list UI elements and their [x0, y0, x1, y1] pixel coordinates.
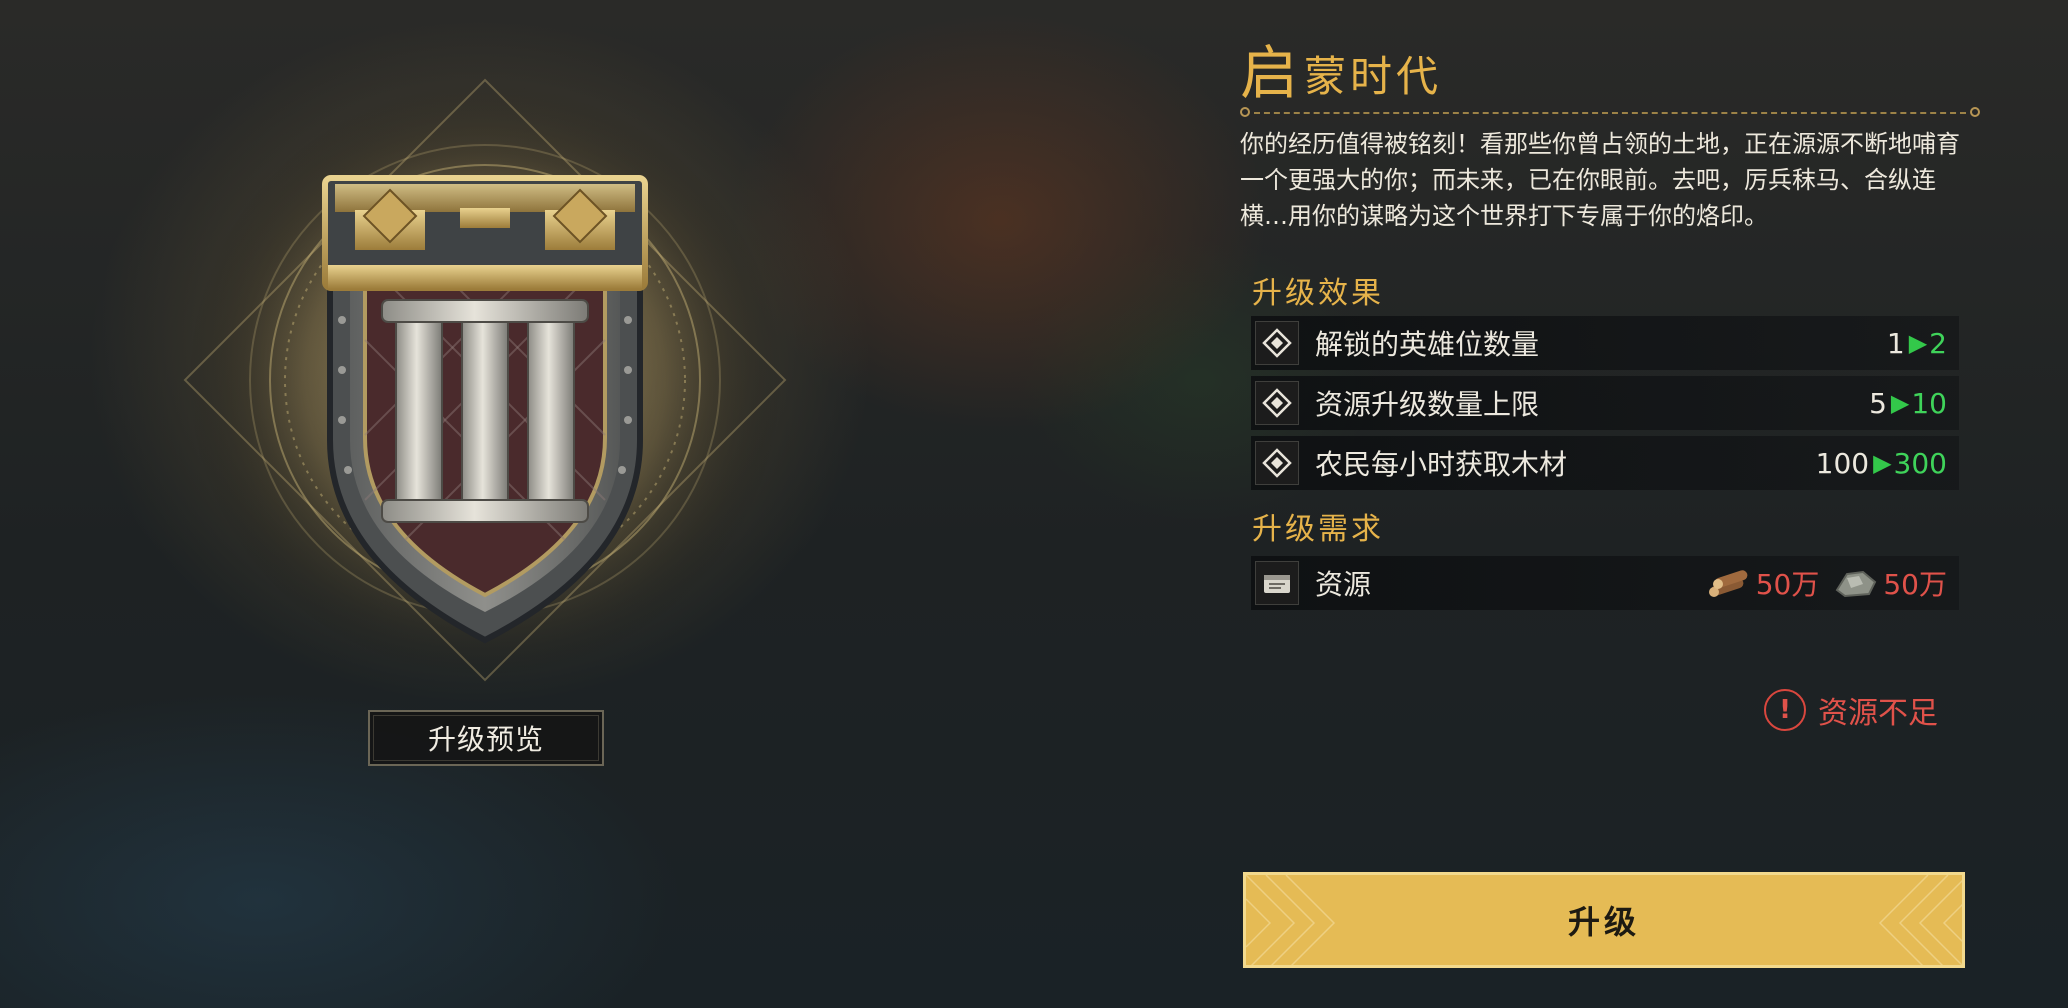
- effect-old-value: 1: [1886, 326, 1905, 360]
- effects-section-title: 升级效果: [1252, 276, 1384, 311]
- era-description: 你的经历值得被铭刻！看那些你曾占领的土地，正在源源不断地哺育一个更强大的你；而未…: [1240, 130, 1960, 230]
- wood-cost: 50万: [1706, 563, 1820, 603]
- exclamation-icon: !: [1764, 689, 1806, 731]
- effect-old-value: 5: [1869, 386, 1887, 420]
- upgrade-preview-label: 升级预览: [427, 723, 544, 756]
- effect-values: 1 ▶ 2: [1887, 327, 1947, 360]
- upgrade-panel: 启 蒙时代 你的经历值得被铭刻！看那些你曾占领的土地，正在源源不断地哺育一个更强…: [1240, 40, 1980, 968]
- effect-label: 农民每小时获取木材: [1315, 448, 1568, 481]
- effect-new-value: 300: [1893, 446, 1947, 480]
- upgrade-button-label: 升级: [1567, 903, 1640, 941]
- resource-scroll-icon: [1255, 561, 1299, 605]
- page-title: 启 蒙时代: [1240, 40, 1980, 102]
- upgrade-preview-button[interactable]: 升级预览: [368, 710, 604, 766]
- wood-amount: 50万: [1755, 568, 1820, 601]
- warning-text: 资源不足: [1818, 696, 1938, 731]
- increase-arrow-icon: ▶: [1873, 449, 1892, 477]
- emblem-area: [160, 60, 810, 700]
- insufficient-warning: ! 资源不足: [1764, 688, 1938, 732]
- requirement-row: 资源 50万 50万: [1251, 556, 1959, 610]
- effect-row: 农民每小时获取木材 100 ▶ 300: [1251, 436, 1959, 490]
- title-divider: [1240, 104, 1980, 122]
- requirement-label: 资源: [1315, 568, 1372, 601]
- effect-diamond-icon: [1255, 381, 1299, 425]
- effect-old-value: 100: [1815, 446, 1870, 480]
- effect-row: 解锁的英雄位数量 1 ▶ 2: [1251, 316, 1959, 370]
- increase-arrow-icon: ▶: [1908, 329, 1928, 357]
- effect-new-value: 2: [1929, 326, 1947, 360]
- effect-diamond-icon: [1255, 321, 1299, 365]
- stone-ore-icon: [1836, 570, 1877, 598]
- effects-list[interactable]: 解锁的英雄位数量 1 ▶ 2 资源升级数量上限 5 ▶ 10 农民每小时获取木材: [1251, 316, 1959, 512]
- effect-new-value: 10: [1911, 386, 1947, 420]
- wood-logs-icon: [1708, 570, 1748, 597]
- effect-values: 5 ▶ 10: [1869, 387, 1947, 420]
- effect-row: 资源升级数量上限 5 ▶ 10: [1251, 376, 1959, 430]
- upgrade-button[interactable]: 升级: [1243, 872, 1965, 968]
- title-first-char: 启: [1240, 39, 1299, 107]
- stone-cost: 50万: [1833, 563, 1947, 603]
- increase-arrow-icon: ▶: [1890, 389, 1910, 417]
- effect-label: 资源升级数量上限: [1315, 388, 1540, 421]
- stone-amount: 50万: [1883, 568, 1947, 601]
- effect-diamond-icon: [1255, 441, 1299, 485]
- requirements-section-title: 升级需求: [1252, 512, 1384, 547]
- requirement-costs: 50万 50万: [1692, 563, 1947, 603]
- shield-emblem-icon: [183, 78, 787, 682]
- effect-label: 解锁的英雄位数量: [1315, 328, 1540, 361]
- effect-values: 100 ▶ 300: [1816, 447, 1947, 480]
- title-rest: 蒙时代: [1304, 51, 1443, 101]
